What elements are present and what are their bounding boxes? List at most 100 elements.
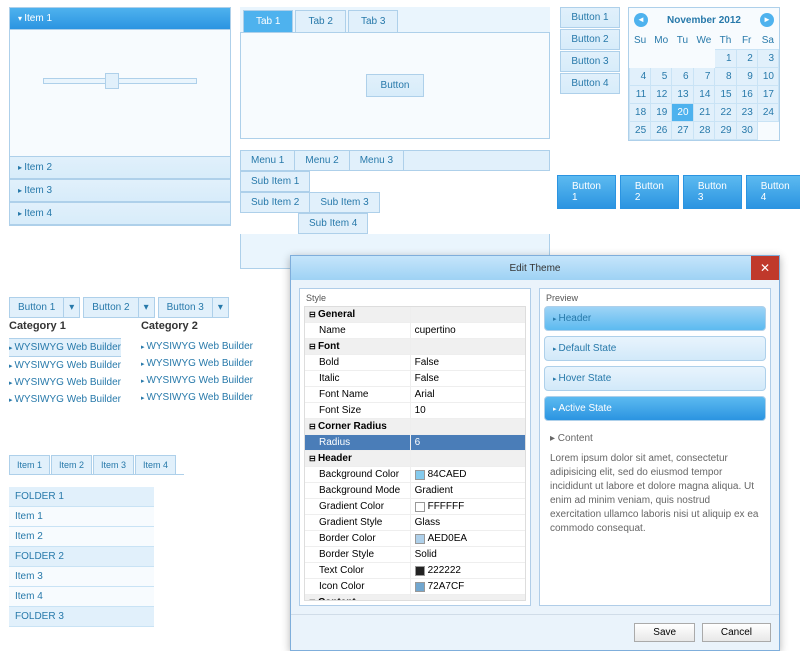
calendar-day[interactable]: 14 bbox=[693, 86, 715, 104]
hbutton[interactable]: Button 2 bbox=[620, 175, 679, 209]
calendar-day[interactable]: 22 bbox=[715, 104, 736, 122]
split-button[interactable]: Button 1▾ bbox=[9, 297, 80, 318]
folder-item[interactable]: Item 3 bbox=[9, 567, 154, 587]
calendar-day[interactable]: 13 bbox=[672, 86, 693, 104]
calendar-day[interactable]: 21 bbox=[693, 104, 715, 122]
cancel-button[interactable]: Cancel bbox=[702, 623, 771, 642]
submenu-item[interactable]: Sub Item 2 bbox=[240, 192, 310, 213]
calendar-day[interactable]: 25 bbox=[630, 122, 651, 140]
calendar-day[interactable]: 11 bbox=[630, 86, 651, 104]
calendar-next-icon[interactable]: ► bbox=[760, 13, 774, 27]
calendar-day[interactable]: 5 bbox=[651, 68, 672, 86]
category-item[interactable]: WYSIWYG Web Builder bbox=[9, 374, 121, 391]
tab-1[interactable]: Tab 1 bbox=[243, 10, 293, 32]
prop-group[interactable]: Corner Radius bbox=[305, 419, 525, 435]
close-icon[interactable]: ✕ bbox=[751, 256, 779, 280]
tab-2[interactable]: Tab 2 bbox=[295, 10, 345, 32]
accordion-header-2[interactable]: Item 2 bbox=[10, 156, 230, 179]
calendar-day[interactable]: 3 bbox=[757, 50, 778, 68]
accordion-header-1[interactable]: Item 1 bbox=[10, 8, 230, 30]
hbutton[interactable]: Button 4 bbox=[746, 175, 800, 209]
calendar-day[interactable]: 1 bbox=[715, 50, 736, 68]
submenu-item[interactable]: Sub Item 3 bbox=[309, 192, 379, 213]
prop-row[interactable]: Namecupertino bbox=[305, 323, 525, 339]
category-item[interactable]: WYSIWYG Web Builder bbox=[141, 372, 253, 389]
calendar-day[interactable]: 10 bbox=[757, 68, 778, 86]
hbutton[interactable]: Button 3 bbox=[683, 175, 742, 209]
calendar-day[interactable]: 20 bbox=[672, 104, 693, 122]
prop-row[interactable]: Border ColorAED0EA bbox=[305, 531, 525, 547]
category-item[interactable]: WYSIWYG Web Builder bbox=[141, 338, 253, 355]
vbutton[interactable]: Button 1 bbox=[560, 7, 620, 28]
prop-row[interactable]: Gradient StyleGlass bbox=[305, 515, 525, 531]
calendar-day[interactable]: 4 bbox=[630, 68, 651, 86]
category-item[interactable]: WYSIWYG Web Builder bbox=[141, 355, 253, 372]
category-item[interactable]: WYSIWYG Web Builder bbox=[9, 357, 121, 374]
small-tab[interactable]: Item 3 bbox=[93, 455, 134, 474]
folder-item[interactable]: Item 1 bbox=[9, 507, 154, 527]
calendar-day[interactable]: 18 bbox=[630, 104, 651, 122]
prop-row[interactable]: Icon Color72A7CF bbox=[305, 579, 525, 595]
accordion-header-4[interactable]: Item 4 bbox=[10, 202, 230, 225]
chevron-down-icon[interactable]: ▾ bbox=[64, 297, 80, 318]
menu-item[interactable]: Menu 2 bbox=[295, 151, 349, 170]
calendar-prev-icon[interactable]: ◄ bbox=[634, 13, 648, 27]
small-tab[interactable]: Item 4 bbox=[135, 455, 176, 474]
chevron-down-icon[interactable]: ▾ bbox=[139, 297, 155, 318]
vbutton[interactable]: Button 2 bbox=[560, 29, 620, 50]
calendar-day[interactable]: 2 bbox=[736, 50, 757, 68]
category-item[interactable]: WYSIWYG Web Builder bbox=[9, 338, 121, 357]
slider-handle[interactable] bbox=[105, 73, 119, 89]
folder-header[interactable]: FOLDER 1 bbox=[9, 487, 154, 507]
folder-header[interactable]: FOLDER 2 bbox=[9, 547, 154, 567]
calendar-day[interactable]: 26 bbox=[651, 122, 672, 140]
submenu-item[interactable]: Sub Item 1 bbox=[240, 171, 310, 192]
calendar-day[interactable]: 8 bbox=[715, 68, 736, 86]
property-grid[interactable]: GeneralNamecupertinoFontBoldFalseItalicF… bbox=[304, 306, 526, 601]
calendar-day[interactable]: 6 bbox=[672, 68, 693, 86]
prop-row[interactable]: Background ModeGradient bbox=[305, 483, 525, 499]
calendar-day[interactable]: 16 bbox=[736, 86, 757, 104]
prop-row[interactable]: ItalicFalse bbox=[305, 371, 525, 387]
folder-header[interactable]: FOLDER 3 bbox=[9, 607, 154, 627]
preview-section[interactable]: Default State bbox=[544, 336, 766, 361]
hbutton[interactable]: Button 1 bbox=[557, 175, 616, 209]
folder-item[interactable]: Item 2 bbox=[9, 527, 154, 547]
calendar-day[interactable]: 17 bbox=[757, 86, 778, 104]
calendar-day[interactable]: 12 bbox=[651, 86, 672, 104]
calendar-day[interactable]: 24 bbox=[757, 104, 778, 122]
prop-row[interactable]: Font Size10 bbox=[305, 403, 525, 419]
split-button[interactable]: Button 2▾ bbox=[83, 297, 154, 318]
folder-item[interactable]: Item 4 bbox=[9, 587, 154, 607]
prop-group[interactable]: Font bbox=[305, 339, 525, 355]
prop-group[interactable]: General bbox=[305, 307, 525, 323]
vbutton[interactable]: Button 4 bbox=[560, 73, 620, 94]
prop-row[interactable]: Radius6 bbox=[305, 435, 525, 451]
calendar-day[interactable]: 19 bbox=[651, 104, 672, 122]
menu-item[interactable]: Menu 1 bbox=[241, 151, 295, 170]
calendar-day[interactable]: 23 bbox=[736, 104, 757, 122]
small-tab[interactable]: Item 1 bbox=[9, 455, 50, 474]
calendar-day[interactable]: 9 bbox=[736, 68, 757, 86]
prop-row[interactable]: Gradient ColorFFFFFF bbox=[305, 499, 525, 515]
calendar-day[interactable]: 7 bbox=[693, 68, 715, 86]
calendar-day[interactable]: 15 bbox=[715, 86, 736, 104]
slider[interactable] bbox=[43, 78, 197, 84]
calendar-day[interactable]: 30 bbox=[736, 122, 757, 140]
prop-row[interactable]: BoldFalse bbox=[305, 355, 525, 371]
category-item[interactable]: WYSIWYG Web Builder bbox=[141, 389, 253, 406]
calendar-day[interactable]: 27 bbox=[672, 122, 693, 140]
preview-section[interactable]: Active State bbox=[544, 396, 766, 421]
calendar-day[interactable]: 29 bbox=[715, 122, 736, 140]
chevron-down-icon[interactable]: ▾ bbox=[213, 297, 229, 318]
demo-button[interactable]: Button bbox=[366, 74, 425, 97]
split-button[interactable]: Button 3▾ bbox=[158, 297, 229, 318]
prop-row[interactable]: Border StyleSolid bbox=[305, 547, 525, 563]
prop-row[interactable]: Background Color84CAED bbox=[305, 467, 525, 483]
category-item[interactable]: WYSIWYG Web Builder bbox=[9, 391, 121, 408]
accordion-header-3[interactable]: Item 3 bbox=[10, 179, 230, 202]
save-button[interactable]: Save bbox=[634, 623, 695, 642]
vbutton[interactable]: Button 3 bbox=[560, 51, 620, 72]
prop-row[interactable]: Text Color222222 bbox=[305, 563, 525, 579]
calendar-day[interactable]: 28 bbox=[693, 122, 715, 140]
